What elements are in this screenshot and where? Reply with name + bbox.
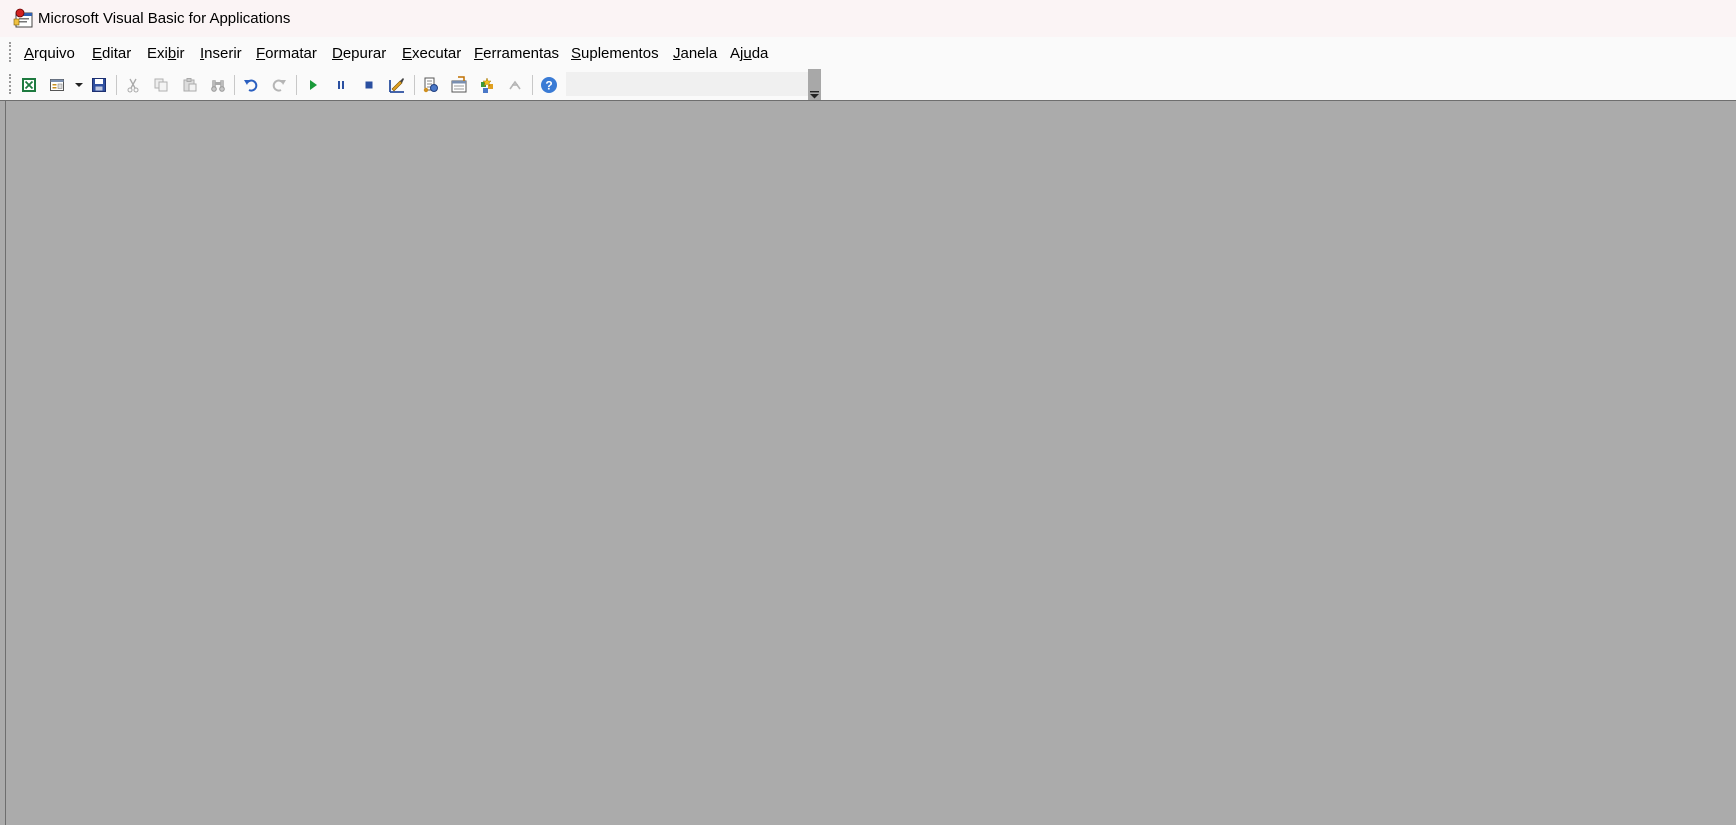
- dropdown-arrow-icon: [75, 83, 83, 87]
- project-explorer-button[interactable]: [420, 74, 442, 96]
- toolbar-separator: [296, 75, 297, 95]
- undo-icon: [244, 79, 258, 92]
- save-button[interactable]: [88, 74, 110, 96]
- undo-button[interactable]: [240, 74, 262, 96]
- toolbar-grip-handle[interactable]: [9, 74, 14, 94]
- design-mode-button[interactable]: [386, 74, 408, 96]
- insert-userform-button[interactable]: [46, 74, 68, 96]
- mdi-workspace: [5, 101, 1736, 825]
- cut-icon: [127, 78, 139, 93]
- toolbar-overflow-icon: [810, 91, 819, 99]
- menu-editar[interactable]: Editar: [92, 45, 131, 62]
- standard-toolbar: ?: [0, 69, 1736, 101]
- toolbox-icon: [509, 80, 521, 90]
- window-title: Microsoft Visual Basic for Applications: [38, 10, 291, 27]
- toolbox-button[interactable]: [504, 74, 526, 96]
- toolbar-options-button[interactable]: [808, 69, 821, 100]
- break-icon: [338, 81, 344, 89]
- object-browser-button[interactable]: [476, 74, 498, 96]
- menu-executar[interactable]: Executar: [402, 45, 461, 62]
- paste-button[interactable]: [179, 74, 201, 96]
- find-button[interactable]: [207, 74, 229, 96]
- find-icon: [211, 80, 225, 92]
- properties-window-button[interactable]: [448, 74, 470, 96]
- menu-formatar[interactable]: Formatar: [256, 45, 317, 62]
- toolbar-separator: [532, 75, 533, 95]
- view-excel-button[interactable]: [18, 74, 40, 96]
- save-icon: [92, 78, 106, 92]
- paste-icon: [183, 78, 197, 92]
- redo-button[interactable]: [268, 74, 290, 96]
- copy-icon: [154, 78, 168, 92]
- menu-depurar[interactable]: Depurar: [332, 45, 386, 62]
- toolbar-separator: [414, 75, 415, 95]
- project-explorer-icon: [423, 77, 438, 93]
- design-mode-icon: [389, 78, 404, 93]
- svg-text:?: ?: [545, 79, 552, 93]
- menu-inserir[interactable]: Inserir: [200, 45, 242, 62]
- reset-icon: [365, 81, 373, 89]
- toolbar-separator: [116, 75, 117, 95]
- excel-icon: [22, 78, 36, 92]
- toolbar-separator: [234, 75, 235, 95]
- vba-app-icon: [13, 8, 33, 28]
- redo-icon: [272, 79, 286, 92]
- menu-ajuda[interactable]: Ajuda: [730, 45, 768, 62]
- insert-form-icon: [50, 79, 64, 91]
- insert-dropdown-button[interactable]: [69, 74, 89, 96]
- properties-window-icon: [451, 76, 467, 93]
- break-button[interactable]: [330, 74, 352, 96]
- title-bar: Microsoft Visual Basic for Applications: [0, 0, 1736, 37]
- help-icon: ?: [541, 77, 557, 93]
- menu-suplementos[interactable]: Suplementos: [571, 45, 659, 62]
- copy-button[interactable]: [150, 74, 172, 96]
- menu-janela[interactable]: Janela: [673, 45, 717, 62]
- menu-bar: Arquivo Editar Exibir Inserir Formatar D…: [0, 37, 1736, 69]
- menubar-grip-handle[interactable]: [9, 42, 14, 62]
- object-browser-icon: [481, 77, 493, 93]
- cut-button[interactable]: [122, 74, 144, 96]
- run-icon: [310, 80, 317, 90]
- reset-button[interactable]: [358, 74, 380, 96]
- cursor-position-field: [566, 72, 808, 96]
- menu-ferramentas[interactable]: Ferramentas: [474, 45, 559, 62]
- menu-arquivo[interactable]: Arquivo: [24, 45, 75, 62]
- menu-exibir[interactable]: Exibir: [147, 45, 185, 62]
- help-button[interactable]: ?: [538, 74, 560, 96]
- run-button[interactable]: [302, 74, 324, 96]
